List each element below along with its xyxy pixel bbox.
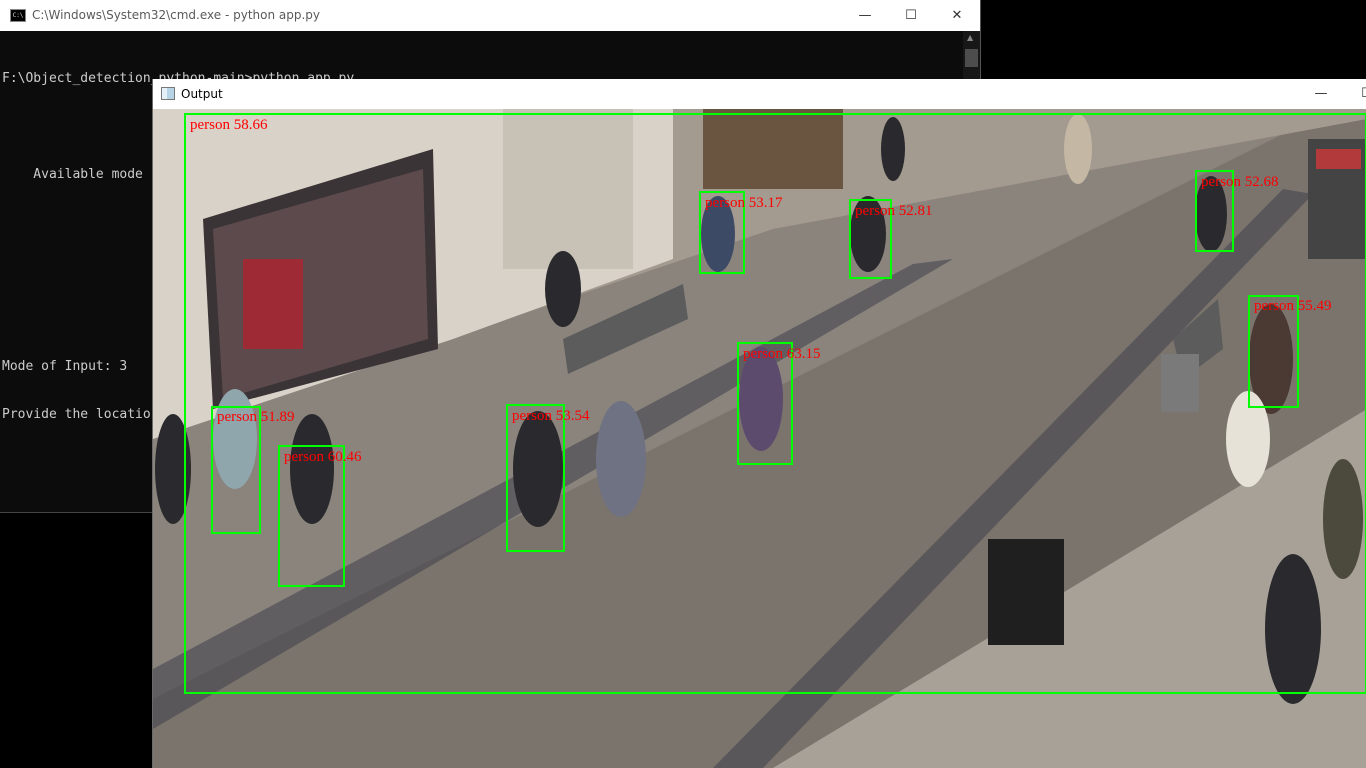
output-maximize-button[interactable]: ☐ <box>1344 79 1366 109</box>
detection-label: person 58.66 <box>190 117 268 133</box>
detection-label: person 52.68 <box>1201 174 1279 190</box>
detection-label: person 60.46 <box>284 449 362 465</box>
detection-label: person 55.49 <box>1254 298 1332 314</box>
maximize-button[interactable]: ☐ <box>888 0 934 31</box>
close-button[interactable]: ✕ <box>934 0 980 31</box>
detection-label: person 53.54 <box>512 408 590 424</box>
detection-box <box>211 406 261 534</box>
scroll-thumb[interactable] <box>965 49 978 67</box>
cmd-titlebar[interactable]: C:\ C:\Windows\System32\cmd.exe - python… <box>0 0 980 31</box>
detection-label: person 51.89 <box>217 409 295 425</box>
cmd-window-title: C:\Windows\System32\cmd.exe - python app… <box>32 8 321 22</box>
detection-label: person 63.15 <box>743 346 821 362</box>
scroll-up-icon[interactable]: ▲ <box>967 33 973 42</box>
minimize-button[interactable]: — <box>842 0 888 31</box>
detection-box <box>506 404 565 552</box>
output-titlebar[interactable]: Output — ☐ <box>153 79 1366 110</box>
output-minimize-button[interactable]: — <box>1298 79 1344 109</box>
detection-label: person 52.81 <box>855 203 933 219</box>
output-window[interactable]: Output — ☐ <box>152 79 1366 768</box>
video-frame: person 58.66 person 53.17 person 52.81 p… <box>153 109 1366 768</box>
cmd-app-icon: C:\ <box>10 9 26 22</box>
image-window-icon <box>161 87 175 100</box>
output-window-title: Output <box>181 87 223 101</box>
detection-box <box>278 445 345 587</box>
detection-label: person 53.17 <box>705 195 783 211</box>
